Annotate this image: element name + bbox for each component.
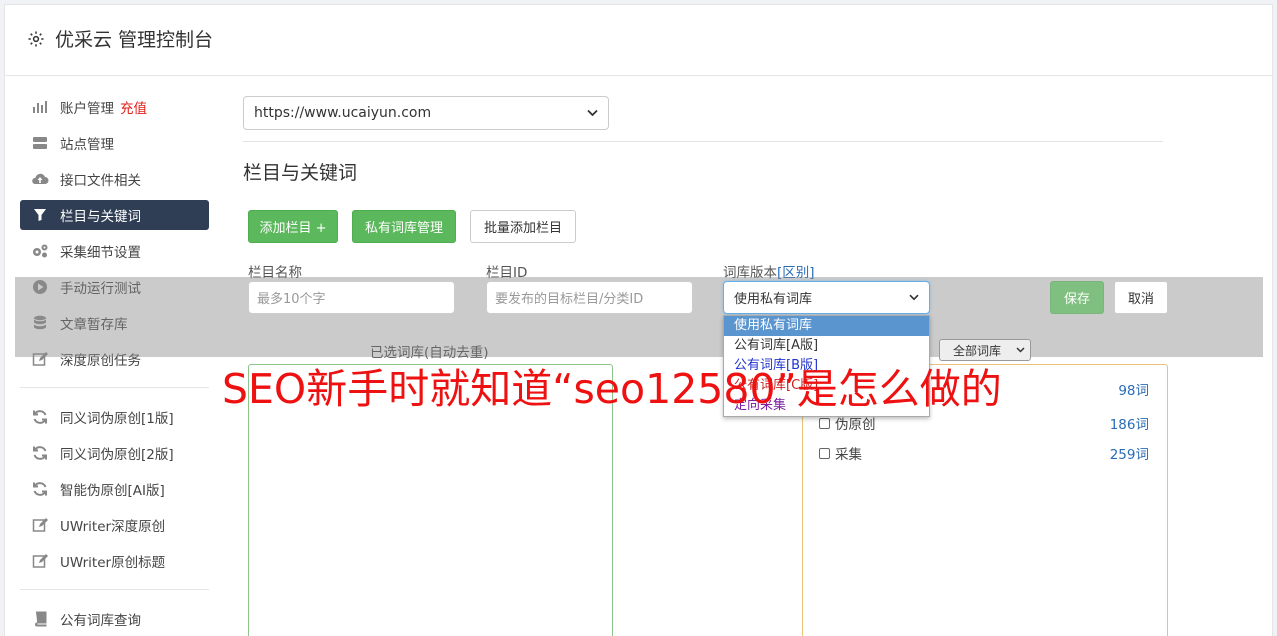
sidebar-item-label: 栏目与关键词 — [60, 209, 141, 225]
sidebar-item-uwriter-deep[interactable]: UWriter深度原创 — [20, 510, 209, 540]
chevron-down-icon — [587, 109, 598, 117]
cancel-button[interactable]: 取消 — [1114, 281, 1168, 314]
sidebar-item-interface[interactable]: 接口文件相关 — [20, 164, 209, 194]
version-option-a[interactable]: 公有词库[A版] — [724, 336, 929, 356]
category-count: 186词 — [1109, 417, 1149, 433]
version-option-private[interactable]: 使用私有词库 — [724, 316, 929, 336]
bar-chart-icon — [31, 98, 49, 116]
private-library-button[interactable]: 私有词库管理 — [352, 210, 456, 243]
sidebar-item-uwriter-title[interactable]: UWriter原创标题 — [20, 546, 209, 576]
sidebar-item-columns[interactable]: 栏目与关键词 — [20, 200, 209, 230]
chevron-down-icon — [909, 294, 919, 301]
watermark-text: SEO新手时就知道“seo12580”是怎么做的 — [222, 365, 1002, 413]
sidebar-item-label: 智能伪原创[AI版] — [60, 483, 165, 499]
sidebar-item-label: 同义词伪原创[1版] — [60, 411, 174, 427]
sidebar-item-ai-rewrite[interactable]: 智能伪原创[AI版] — [20, 474, 209, 504]
edit-icon — [31, 516, 49, 534]
sidebar-item-label: 公有词库查询 — [60, 613, 141, 629]
sidebar-item-label: 账户管理 — [60, 101, 114, 117]
header-title: 优采云 管理控制台 — [55, 29, 214, 51]
sidebar-item-label: 站点管理 — [60, 137, 114, 153]
refresh-icon — [31, 480, 49, 498]
sidebar-item-label: 接口文件相关 — [60, 173, 141, 189]
sidebar-divider — [20, 387, 209, 388]
gears-icon — [31, 242, 49, 260]
section-title: 栏目与关键词 — [243, 162, 358, 184]
gear-icon — [28, 31, 44, 46]
site-select-value: https://www.ucaiyun.com — [254, 105, 432, 121]
sidebar-item-account[interactable]: 账户管理 充值 — [20, 92, 209, 122]
edit-icon — [31, 552, 49, 570]
add-column-button[interactable]: 添加栏目 + — [248, 210, 338, 243]
category-checkbox[interactable] — [819, 447, 830, 459]
category-count: 98词 — [1118, 382, 1149, 399]
page-title: 优采云 管理控制台 — [27, 25, 213, 52]
category-count: 259词 — [1109, 447, 1149, 463]
sidebar-item-collect-settings[interactable]: 采集细节设置 — [20, 236, 209, 266]
book-icon — [31, 610, 49, 628]
divider — [243, 141, 1163, 142]
category-checkbox[interactable] — [819, 417, 830, 429]
sidebar-item-synonym-v1[interactable]: 同义词伪原创[1版] — [20, 402, 209, 432]
column-id-input[interactable]: 要发布的目标栏目/分类ID — [486, 281, 693, 314]
recharge-link[interactable]: 充值 — [120, 97, 147, 117]
sidebar: 账户管理 充值 站点管理 接口文件相关 栏目与关键词 采集细节设置 手动运行测试… — [20, 92, 209, 636]
sidebar-item-label: UWriter原创标题 — [60, 555, 166, 571]
save-button[interactable]: 保存 — [1050, 281, 1104, 314]
sidebar-item-sites[interactable]: 站点管理 — [20, 128, 209, 158]
chevron-down-icon — [1016, 347, 1025, 353]
sidebar-item-label: UWriter深度原创 — [60, 519, 166, 535]
header: 优采云 管理控制台 — [5, 5, 1272, 76]
batch-add-column-button[interactable]: 批量添加栏目 — [470, 210, 576, 243]
version-select[interactable]: 使用私有词库 — [723, 281, 930, 314]
filter-icon — [31, 206, 49, 224]
sidebar-item-public-lib[interactable]: 公有词库查询 — [20, 604, 209, 634]
sidebar-divider — [20, 589, 209, 590]
sidebar-item-label: 同义词伪原创[2版] — [60, 447, 174, 463]
category-label: 采集 — [835, 447, 862, 463]
refresh-icon — [31, 408, 49, 426]
server-icon — [31, 134, 49, 152]
refresh-icon — [31, 444, 49, 462]
version-select-value: 使用私有词库 — [734, 292, 813, 307]
sidebar-item-label: 采集细节设置 — [60, 245, 141, 261]
category-row[interactable]: 采集 259词 — [819, 443, 1149, 463]
cloud-upload-icon — [31, 170, 49, 188]
column-name-input[interactable]: 最多10个字 — [248, 281, 455, 314]
site-select[interactable]: https://www.ucaiyun.com — [243, 96, 609, 130]
sidebar-item-synonym-v2[interactable]: 同义词伪原创[2版] — [20, 438, 209, 468]
